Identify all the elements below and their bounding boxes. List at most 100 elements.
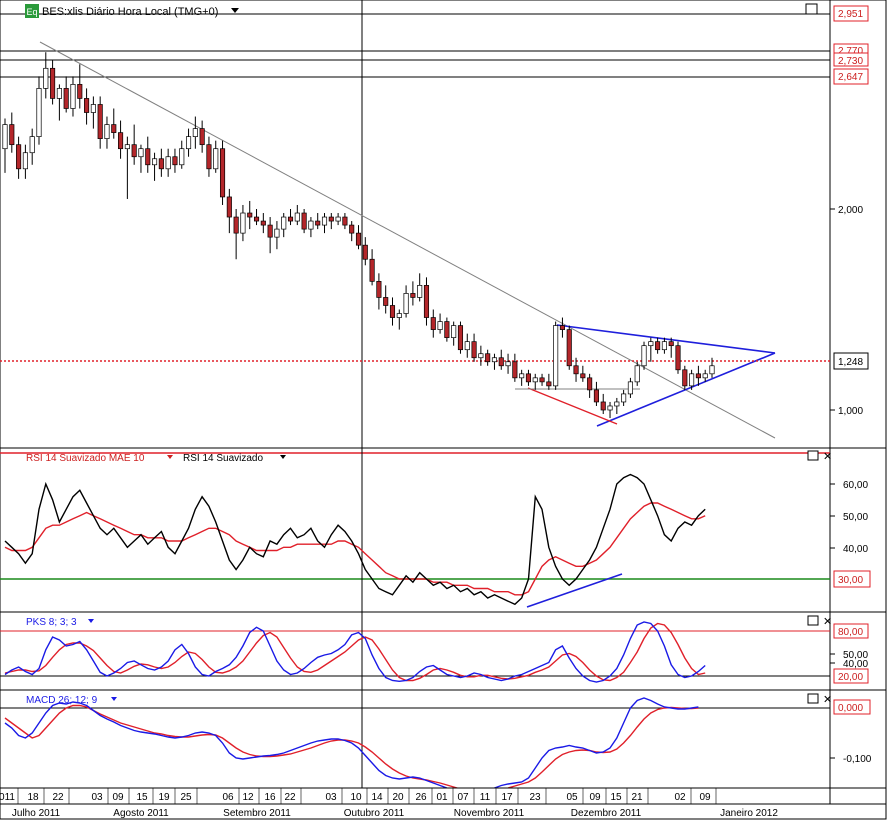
candle[interactable]	[451, 325, 457, 338]
candle[interactable]	[376, 281, 382, 298]
candle[interactable]	[90, 104, 96, 113]
candle[interactable]	[417, 285, 423, 298]
candle[interactable]	[655, 341, 661, 351]
candle[interactable]	[192, 128, 198, 137]
candle[interactable]	[104, 124, 110, 140]
candle[interactable]	[587, 377, 593, 391]
candle[interactable]	[668, 341, 674, 347]
candle[interactable]	[84, 98, 90, 113]
pks-panel[interactable]: PKS 8; 3; 3 ✕ 80,00 50,00 40,00 20,00	[0, 611, 887, 691]
candle[interactable]	[627, 381, 633, 395]
maximize-icon[interactable]	[807, 615, 819, 626]
candle[interactable]	[389, 305, 396, 318]
candle[interactable]	[29, 136, 35, 154]
candle[interactable]	[158, 158, 164, 170]
rsi-legend-ma[interactable]: RSI 14 Suavizado MAE 10	[26, 453, 145, 464]
candle[interactable]	[240, 212, 246, 234]
candle[interactable]	[491, 357, 498, 363]
candle[interactable]	[566, 329, 572, 367]
candle[interactable]	[532, 377, 538, 383]
chart-canvas[interactable]: Eq BES:xlis Diário Hora Local (TMG+0) 2,…	[0, 0, 887, 820]
maximize-icon[interactable]	[807, 450, 819, 461]
candle[interactable]	[63, 88, 69, 109]
candle[interactable]	[614, 401, 620, 407]
candle[interactable]	[185, 136, 192, 150]
candle[interactable]	[607, 405, 613, 411]
candle[interactable]	[179, 148, 185, 166]
candle[interactable]	[281, 216, 287, 230]
candle[interactable]	[22, 152, 28, 170]
candle[interactable]	[396, 313, 402, 318]
candle[interactable]	[274, 228, 280, 238]
candle[interactable]	[16, 144, 22, 170]
candle[interactable]	[138, 148, 144, 158]
candle[interactable]	[145, 148, 151, 166]
candle[interactable]	[430, 317, 436, 330]
maximize-icon[interactable]	[807, 693, 819, 704]
candle[interactable]	[199, 128, 205, 146]
candle[interactable]	[709, 365, 715, 375]
candle[interactable]	[559, 325, 565, 330]
candle[interactable]	[315, 220, 321, 226]
macd-legend[interactable]: MACD 26; 12; 9	[26, 695, 98, 706]
candle[interactable]	[247, 212, 253, 218]
candle[interactable]	[457, 325, 464, 351]
candle[interactable]	[77, 84, 83, 99]
candle[interactable]	[294, 212, 300, 222]
candle[interactable]	[50, 67, 56, 99]
candle[interactable]	[573, 365, 579, 375]
candle[interactable]	[355, 232, 362, 246]
candle[interactable]	[233, 216, 239, 234]
close-icon[interactable]: ✕	[823, 451, 832, 463]
close-icon[interactable]: ✕	[823, 616, 832, 628]
candle[interactable]	[464, 341, 470, 351]
candle[interactable]	[260, 220, 266, 226]
candle[interactable]	[267, 224, 273, 238]
candle[interactable]	[437, 321, 443, 330]
candle[interactable]	[546, 381, 552, 387]
rsi-panel[interactable]: RSI 14 Suavizado MAE 10 RSI 14 Suavizado…	[0, 447, 887, 613]
candle[interactable]	[213, 148, 219, 170]
candle[interactable]	[423, 285, 430, 318]
candle[interactable]	[152, 158, 158, 166]
candle[interactable]	[70, 84, 76, 109]
candle[interactable]	[219, 148, 226, 198]
candle[interactable]	[56, 88, 62, 99]
candle[interactable]	[97, 104, 103, 140]
candle[interactable]	[600, 401, 606, 411]
candle[interactable]	[36, 88, 42, 137]
candle[interactable]	[485, 353, 491, 363]
candle[interactable]	[410, 293, 416, 298]
candle[interactable]	[2, 124, 8, 150]
candle[interactable]	[634, 365, 640, 383]
candle[interactable]	[342, 216, 348, 226]
time-axis[interactable]: 011 18 22 03 09 15 19 25 06 12 16 22 03 10 14 20 26 01 07 1…	[0, 787, 887, 820]
candle[interactable]	[689, 373, 695, 387]
candle[interactable]	[682, 369, 688, 387]
candle[interactable]	[695, 373, 701, 379]
candle[interactable]	[553, 325, 559, 387]
candle[interactable]	[369, 258, 375, 282]
macd-panel[interactable]: MACD 26; 12; 9 ✕ 0,000 -0,100	[0, 689, 887, 794]
candle[interactable]	[321, 216, 328, 226]
candle[interactable]	[308, 220, 314, 230]
candle[interactable]	[525, 373, 532, 383]
candle[interactable]	[9, 124, 15, 146]
candle[interactable]	[111, 124, 117, 133]
candle[interactable]	[580, 373, 586, 379]
chart-title[interactable]: BES:xlis Diário Hora Local (TMG+0)	[42, 6, 218, 18]
candle[interactable]	[328, 216, 334, 222]
candle[interactable]	[172, 156, 178, 166]
candle[interactable]	[165, 156, 171, 170]
candle[interactable]	[335, 216, 341, 222]
candle[interactable]	[471, 341, 477, 359]
pks-legend[interactable]: PKS 8; 3; 3	[26, 617, 77, 628]
candle[interactable]	[702, 373, 708, 379]
candle[interactable]	[362, 244, 368, 260]
candle[interactable]	[498, 357, 504, 367]
candle[interactable]	[505, 361, 511, 367]
close-icon[interactable]: ✕	[823, 694, 832, 706]
candle[interactable]	[131, 144, 137, 158]
candle[interactable]	[253, 216, 260, 222]
maximize-icon[interactable]	[805, 3, 818, 15]
